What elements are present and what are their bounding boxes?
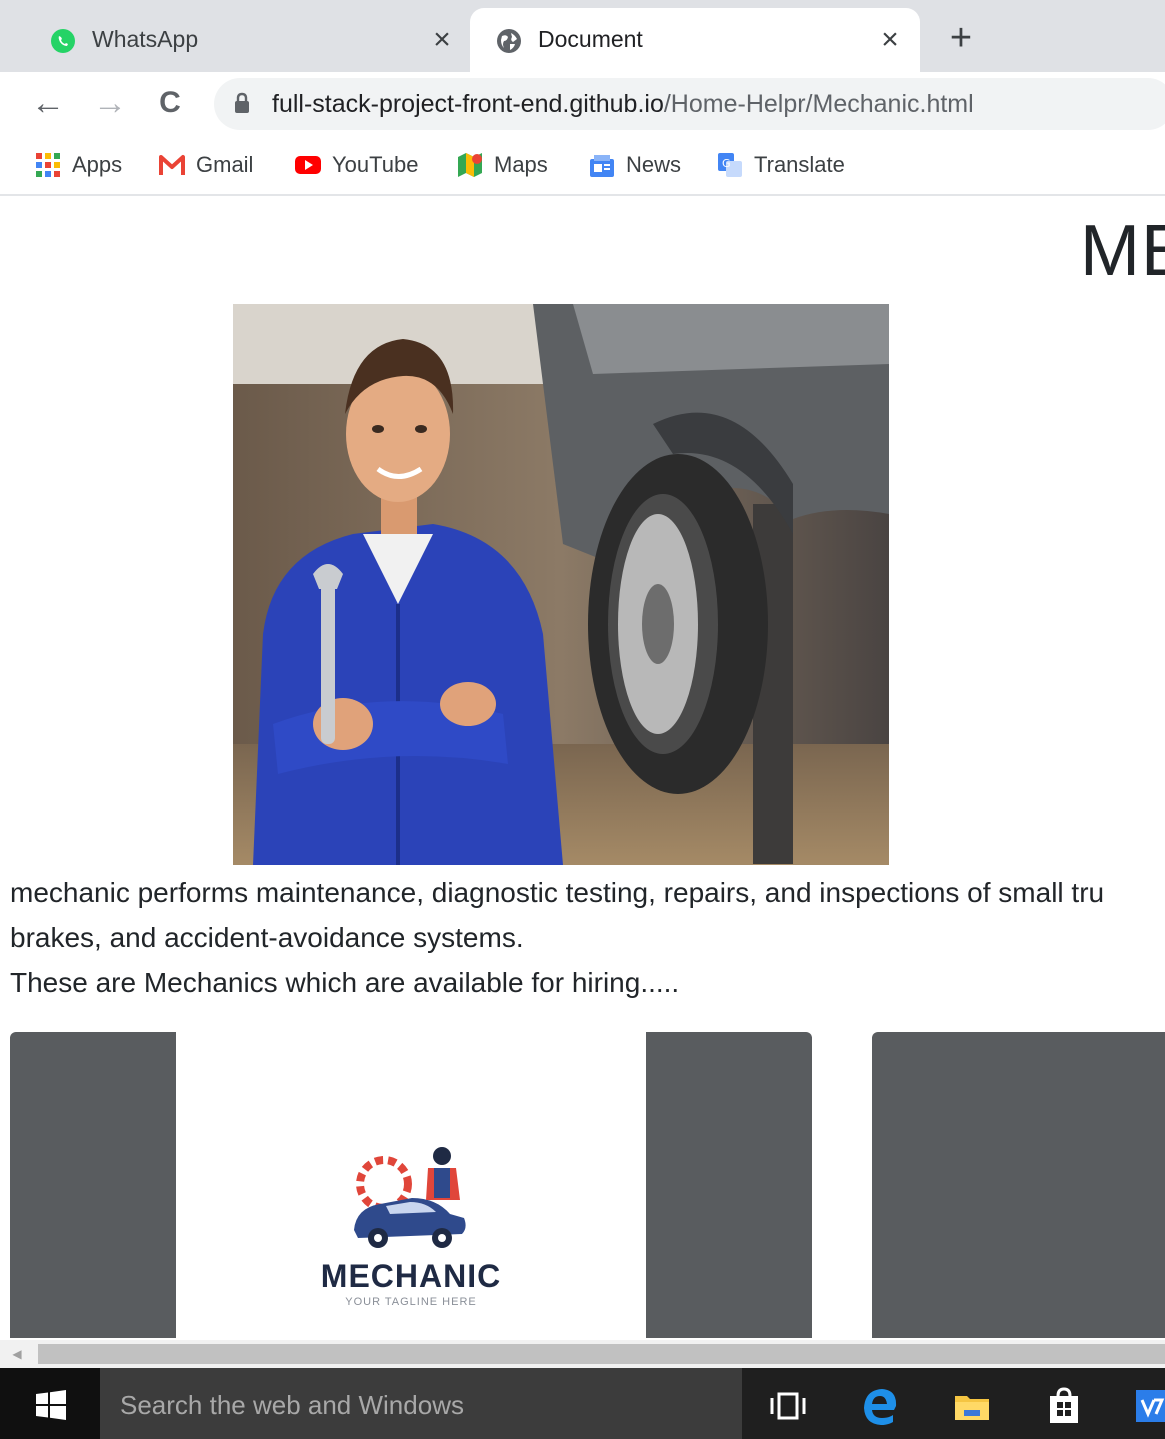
forward-button[interactable]: → bbox=[90, 82, 130, 126]
page-content: ME bbox=[0, 198, 1165, 1338]
bookmark-maps[interactable]: Maps bbox=[456, 148, 548, 182]
store-icon[interactable] bbox=[1044, 1386, 1084, 1426]
gmail-icon bbox=[159, 155, 185, 175]
task-view-icon[interactable] bbox=[768, 1386, 808, 1426]
edge-icon[interactable] bbox=[860, 1386, 900, 1426]
address-bar[interactable]: full-stack-project-front-end.github.io/H… bbox=[214, 78, 1165, 130]
windows-logo-icon bbox=[36, 1390, 66, 1420]
file-explorer-icon[interactable] bbox=[952, 1386, 992, 1426]
url-text: full-stack-project-front-end.github.io/H… bbox=[272, 90, 974, 119]
mechanic-photo bbox=[233, 304, 889, 865]
globe-icon bbox=[497, 29, 521, 53]
start-button[interactable] bbox=[0, 1368, 100, 1439]
tab-document[interactable]: Document × bbox=[470, 8, 920, 72]
description-line: brakes, and accident-avoidance systems. bbox=[10, 922, 524, 953]
url-host: full-stack-project-front-end.github.io bbox=[272, 90, 664, 118]
apps-grid-icon bbox=[36, 153, 60, 177]
windows-taskbar: Search the web and Windows bbox=[0, 1368, 1165, 1439]
bookmarks-bar: Apps Gmail YouTube Maps News G Translate bbox=[0, 136, 1165, 196]
url-path: /Home-Helpr/Mechanic.html bbox=[663, 90, 974, 118]
tab-title: WhatsApp bbox=[92, 26, 199, 52]
browser-toolbar: ← → C full-stack-project-front-end.githu… bbox=[0, 72, 1165, 136]
bookmark-translate[interactable]: G Translate bbox=[716, 148, 845, 182]
mechanic-logo: MECHANIC YOUR TAGLINE HERE bbox=[176, 1032, 646, 1338]
taskbar-search-box[interactable]: Search the web and Windows bbox=[100, 1368, 742, 1439]
search-placeholder: Search the web and Windows bbox=[120, 1390, 464, 1420]
youtube-icon bbox=[295, 156, 321, 174]
scroll-left-icon[interactable]: ◀ bbox=[8, 1346, 26, 1362]
tab-title: Document bbox=[538, 26, 643, 52]
mechanic-photo-illustration bbox=[233, 304, 889, 865]
reload-button[interactable]: C bbox=[150, 82, 190, 126]
bookmark-label: Gmail bbox=[196, 152, 254, 177]
lock-icon bbox=[235, 92, 249, 113]
horizontal-scrollbar[interactable]: ◀ bbox=[0, 1340, 1165, 1368]
translate-icon: G bbox=[718, 153, 742, 177]
description-line: mechanic performs maintenance, diagnosti… bbox=[10, 877, 1105, 908]
page-title: ME bbox=[1080, 211, 1165, 291]
tab-close-icon[interactable]: × bbox=[876, 25, 904, 55]
mechanic-card[interactable] bbox=[872, 1032, 1165, 1338]
bookmark-label: Translate bbox=[754, 152, 845, 177]
new-tab-button[interactable]: + bbox=[944, 19, 978, 57]
tab-strip: WhatsApp × Document × + bbox=[0, 0, 1165, 72]
back-button[interactable]: ← bbox=[28, 82, 68, 126]
maps-icon bbox=[458, 153, 482, 177]
whatsapp-icon bbox=[51, 29, 75, 53]
logo-title: MECHANIC bbox=[320, 1258, 502, 1294]
bookmark-label: YouTube bbox=[332, 152, 419, 177]
news-icon bbox=[590, 155, 614, 177]
bookmark-gmail[interactable]: Gmail bbox=[158, 148, 253, 182]
bookmark-label: Apps bbox=[72, 152, 123, 177]
mechanic-logo-icon bbox=[354, 1147, 466, 1248]
mechanic-card[interactable]: MECHANIC YOUR TAGLINE HERE bbox=[10, 1032, 812, 1338]
page-description: mechanic performs maintenance, diagnosti… bbox=[10, 870, 1165, 1005]
tab-close-icon[interactable]: × bbox=[428, 25, 456, 55]
tab-whatsapp[interactable]: WhatsApp × bbox=[8, 8, 470, 72]
logo-tagline: YOUR TAGLINE HERE bbox=[345, 1296, 477, 1308]
description-line: These are Mechanics which are available … bbox=[10, 967, 680, 998]
app-icon[interactable] bbox=[1132, 1386, 1165, 1426]
scrollbar-thumb[interactable] bbox=[38, 1344, 1165, 1364]
bookmark-label: Maps bbox=[494, 152, 548, 177]
bookmark-youtube[interactable]: YouTube bbox=[294, 148, 418, 182]
bookmark-news[interactable]: News bbox=[588, 148, 681, 182]
svg-text:G: G bbox=[722, 157, 731, 170]
bookmark-label: News bbox=[626, 152, 682, 177]
bookmark-apps[interactable]: Apps bbox=[34, 148, 122, 182]
